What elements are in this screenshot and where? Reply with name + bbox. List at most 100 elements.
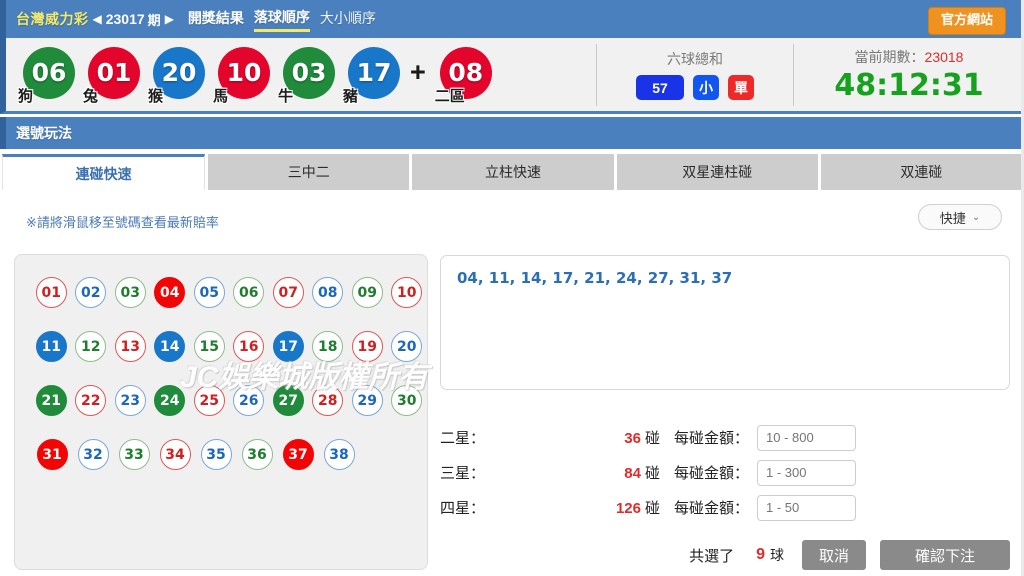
number-ball-34[interactable]: 34 (159, 439, 191, 470)
number-cell[interactable]: 12 (72, 331, 111, 362)
number-cell[interactable]: 05 (190, 277, 229, 308)
period-number: 23017 (105, 11, 145, 27)
bet-amount-input-two-star[interactable] (757, 424, 857, 451)
prev-period-arrow-icon[interactable]: ◀ (93, 13, 102, 25)
number-ball-33[interactable]: 33 (118, 439, 150, 470)
quick-select-dropdown[interactable]: 快捷 ⌄ (918, 204, 1002, 230)
number-ball-17[interactable]: 17 (272, 331, 304, 362)
nav-link-ball-order[interactable]: 落球順序 (253, 7, 310, 32)
number-cell[interactable]: 15 (190, 331, 229, 362)
number-ball-37[interactable]: 37 (282, 439, 314, 470)
number-cell[interactable]: 04 (151, 277, 190, 308)
number-cell[interactable]: 11 (32, 331, 71, 362)
number-ball-05[interactable]: 05 (193, 277, 225, 308)
number-ball-38[interactable]: 38 (323, 439, 355, 470)
bet-options: 二星： 36碰 每碰金額： 三星： 84碰 每碰金額： 四星： 126碰 每碰金… (440, 420, 1010, 525)
number-ball-12[interactable]: 12 (75, 331, 107, 362)
number-cell[interactable]: 27 (269, 385, 308, 416)
number-cell[interactable]: 29 (348, 385, 387, 416)
number-ball-25[interactable]: 25 (193, 385, 225, 416)
number-cell[interactable]: 06 (230, 277, 269, 308)
selected-numbers-box[interactable]: 04, 11, 14, 17, 21, 24, 27, 31, 37 (440, 255, 1010, 390)
number-cell[interactable]: 37 (278, 439, 318, 470)
number-cell[interactable]: 09 (348, 277, 387, 308)
tab-lizhu-kuaisu[interactable]: 立柱快速 (412, 154, 614, 190)
tab-shuangxing-lianzhupeng[interactable]: 双星連柱碰 (616, 154, 818, 190)
number-ball-07[interactable]: 07 (272, 277, 304, 308)
number-cell[interactable]: 08 (309, 277, 348, 308)
number-cell[interactable]: 33 (114, 439, 154, 470)
number-ball-08[interactable]: 08 (312, 277, 344, 308)
number-ball-32[interactable]: 32 (77, 439, 109, 470)
number-ball-35[interactable]: 35 (200, 439, 232, 470)
tab-shuanglianpeng[interactable]: 双連碰 (820, 154, 1023, 190)
number-ball-24[interactable]: 24 (154, 385, 186, 416)
number-cell[interactable]: 02 (72, 277, 111, 308)
number-ball-28[interactable]: 28 (312, 385, 344, 416)
official-site-button[interactable]: 官方網站 (927, 7, 1006, 35)
number-ball-13[interactable]: 13 (114, 331, 146, 362)
bet-amount-input-four-star[interactable] (757, 494, 857, 521)
number-ball-15[interactable]: 15 (193, 331, 225, 362)
number-ball-36[interactable]: 36 (241, 439, 273, 470)
number-cell[interactable]: 23 (111, 385, 150, 416)
number-cell[interactable]: 28 (309, 385, 348, 416)
number-ball-30[interactable]: 30 (391, 385, 423, 416)
number-ball-04[interactable]: 04 (154, 277, 186, 308)
number-cell[interactable]: 20 (388, 331, 427, 362)
number-ball-16[interactable]: 16 (233, 331, 265, 362)
number-cell[interactable]: 18 (309, 331, 348, 362)
number-ball-06[interactable]: 06 (233, 277, 265, 308)
number-grid-row: 01 02 03 04 05 06 07 08 09 10 (15, 277, 427, 308)
number-cell[interactable]: 36 (237, 439, 277, 470)
nav-link-draw-result[interactable]: 開獎結果 (188, 8, 244, 30)
number-ball-21[interactable]: 21 (35, 385, 67, 416)
number-ball-22[interactable]: 22 (75, 385, 107, 416)
six-ball-sum-panel: 六球總和 57 小 單 (597, 38, 793, 111)
total-selected-label: 共選了 (689, 547, 735, 565)
cancel-button[interactable]: 取消 (802, 540, 866, 570)
next-period-arrow-icon[interactable]: ▶ (165, 13, 174, 25)
confirm-bet-button[interactable]: 確認下注 (880, 540, 1010, 570)
number-ball-14[interactable]: 14 (154, 331, 186, 362)
number-ball-29[interactable]: 29 (351, 385, 383, 416)
number-ball-18[interactable]: 18 (312, 331, 344, 362)
number-ball-31[interactable]: 31 (36, 439, 68, 470)
number-ball-01[interactable]: 01 (35, 277, 67, 308)
number-cell[interactable]: 21 (32, 385, 71, 416)
number-cell[interactable]: 07 (269, 277, 308, 308)
number-cell[interactable]: 31 (32, 439, 72, 470)
number-cell[interactable]: 38 (319, 439, 359, 470)
number-ball-27[interactable]: 27 (272, 385, 304, 416)
number-cell[interactable]: 14 (151, 331, 190, 362)
number-cell[interactable]: 32 (73, 439, 113, 470)
number-cell[interactable]: 30 (388, 385, 427, 416)
number-cell[interactable]: 19 (348, 331, 387, 362)
number-cell[interactable]: 01 (32, 277, 71, 308)
number-cell[interactable]: 26 (230, 385, 269, 416)
number-cell[interactable]: 22 (72, 385, 111, 416)
number-cell[interactable]: 25 (190, 385, 229, 416)
bet-amount-input-three-star[interactable] (757, 459, 857, 486)
number-cell[interactable]: 35 (196, 439, 236, 470)
number-cell[interactable]: 24 (151, 385, 190, 416)
number-cell[interactable]: 34 (155, 439, 195, 470)
number-cell[interactable]: 13 (111, 331, 150, 362)
tab-sanzhonger[interactable]: 三中二 (208, 154, 410, 190)
number-ball-11[interactable]: 11 (35, 331, 67, 362)
number-cell[interactable]: 10 (388, 277, 427, 308)
nav-link-size-order[interactable]: 大小順序 (320, 8, 376, 30)
number-ball-09[interactable]: 09 (351, 277, 383, 308)
number-ball-20[interactable]: 20 (391, 331, 423, 362)
number-ball-23[interactable]: 23 (114, 385, 146, 416)
number-cell[interactable]: 03 (111, 277, 150, 308)
total-selected-unit: 球 (770, 547, 784, 563)
number-ball-02[interactable]: 02 (75, 277, 107, 308)
number-ball-26[interactable]: 26 (233, 385, 265, 416)
number-ball-10[interactable]: 10 (391, 277, 423, 308)
number-cell[interactable]: 16 (230, 331, 269, 362)
number-cell[interactable]: 17 (269, 331, 308, 362)
tab-lianpeng-kuaisu[interactable]: 連碰快速 (2, 154, 206, 190)
number-ball-03[interactable]: 03 (114, 277, 146, 308)
number-ball-19[interactable]: 19 (351, 331, 383, 362)
